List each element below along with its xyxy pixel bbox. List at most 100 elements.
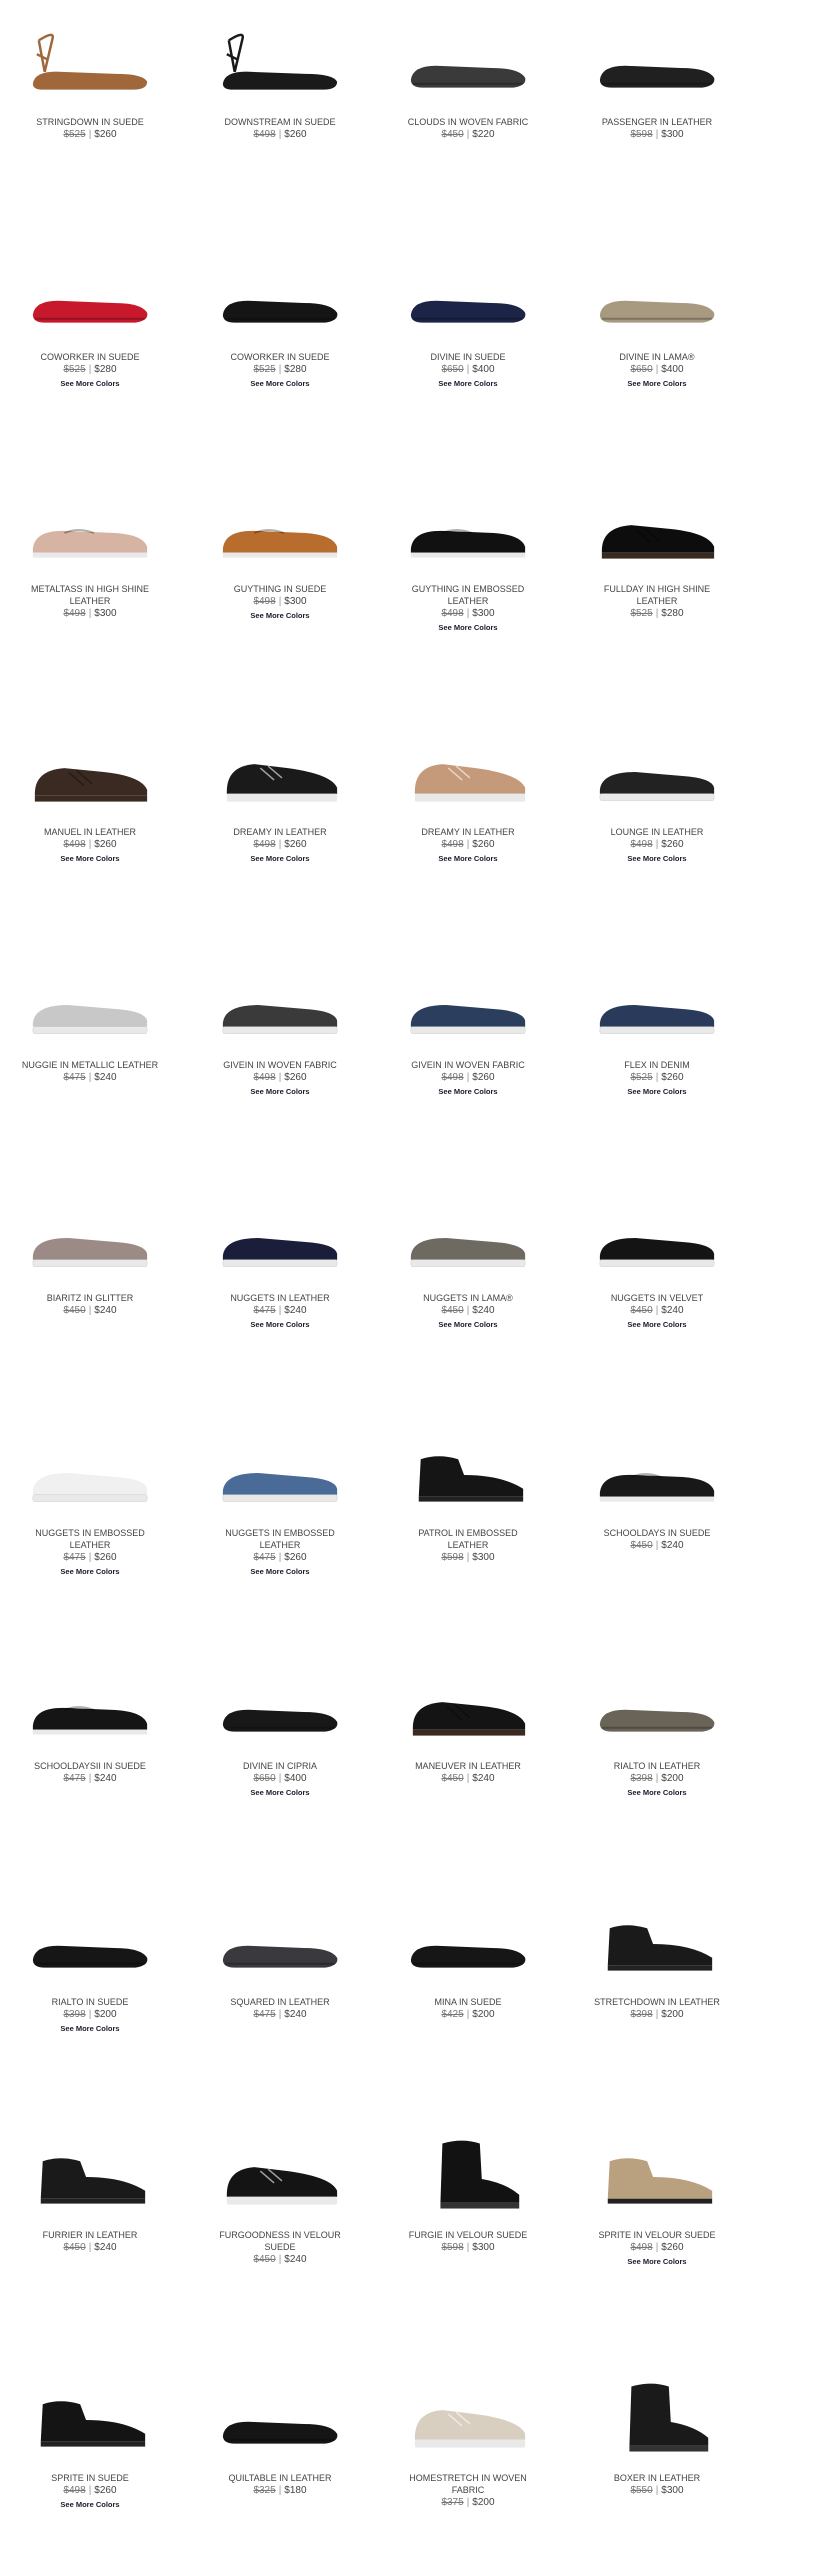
product-card[interactable]: MANUEL IN LEATHER $498 | $260 See More Color…	[0, 730, 180, 863]
product-image[interactable]	[190, 2376, 370, 2466]
product-image[interactable]	[190, 20, 370, 110]
product-card[interactable]: GIVEIN IN WOVEN FABRIC $498 | $260 See More …	[378, 963, 558, 1096]
see-more-colors-link[interactable]: See More Colors	[567, 1320, 747, 1329]
see-more-colors-link[interactable]: See More Colors	[0, 2500, 180, 2509]
see-more-colors-link[interactable]: See More Colors	[190, 611, 370, 620]
see-more-colors-link[interactable]: See More Colors	[378, 1087, 558, 1096]
product-name[interactable]: NUGGETS IN EMBOSSED LEATHER	[0, 1527, 180, 1551]
product-name[interactable]: MANUEL IN LEATHER	[0, 826, 180, 838]
product-image[interactable]	[0, 20, 180, 110]
product-name[interactable]: NUGGIE IN METALLIC LEATHER	[0, 1059, 180, 1071]
product-name[interactable]: GIVEIN IN WOVEN FABRIC	[378, 1059, 558, 1071]
product-card[interactable]: FURRIER IN LEATHER $450 | $240	[0, 2133, 180, 2255]
product-image[interactable]	[567, 1431, 747, 1521]
see-more-colors-link[interactable]: See More Colors	[567, 854, 747, 863]
product-image[interactable]	[378, 1431, 558, 1521]
product-image[interactable]	[567, 1196, 747, 1286]
product-card[interactable]: RIALTO IN SUEDE $398 | $200 See More Colors	[0, 1900, 180, 2033]
product-name[interactable]: SCHOOLDAYS IN SUEDE	[567, 1527, 747, 1539]
product-name[interactable]: DIVINE IN CIPRIA	[190, 1760, 370, 1772]
product-card[interactable]: COWORKER IN SUEDE $525 | $280 See More Color…	[190, 255, 370, 388]
product-card[interactable]: METALTASS IN HIGH SHINE LEATHER $498 | $300	[0, 487, 180, 621]
product-card[interactable]: DIVINE IN LAMA® $650 | $400 See More Colors	[567, 255, 747, 388]
product-card[interactable]: DREAMY IN LEATHER $498 | $260 See More Color…	[190, 730, 370, 863]
see-more-colors-link[interactable]: See More Colors	[567, 379, 747, 388]
product-card[interactable]: CLOUDS IN WOVEN FABRIC $450 | $220	[378, 20, 558, 142]
product-image[interactable]	[0, 1900, 180, 1990]
see-more-colors-link[interactable]: See More Colors	[0, 1567, 180, 1576]
product-name[interactable]: COWORKER IN SUEDE	[190, 351, 370, 363]
product-image[interactable]	[378, 1900, 558, 1990]
product-card[interactable]: FLEX IN DENIM $525 | $260 See More Colors	[567, 963, 747, 1096]
product-image[interactable]	[0, 1196, 180, 1286]
product-image[interactable]	[0, 963, 180, 1053]
product-image[interactable]	[567, 963, 747, 1053]
product-name[interactable]: PATROL IN EMBOSSED LEATHER	[378, 1527, 558, 1551]
product-name[interactable]: NUGGETS IN VELVET	[567, 1292, 747, 1304]
product-image[interactable]	[567, 2133, 747, 2223]
product-image[interactable]	[0, 730, 180, 820]
product-card[interactable]: DREAMY IN LEATHER $498 | $260 See More Color…	[378, 730, 558, 863]
product-card[interactable]: BIARITZ IN GLITTER $450 | $240	[0, 1196, 180, 1318]
product-name[interactable]: DREAMY IN LEATHER	[190, 826, 370, 838]
product-card[interactable]: DOWNSTREAM IN SUEDE $498 | $260	[190, 20, 370, 142]
see-more-colors-link[interactable]: See More Colors	[378, 1320, 558, 1329]
product-name[interactable]: SCHOOLDAYSII IN SUEDE	[0, 1760, 180, 1772]
see-more-colors-link[interactable]: See More Colors	[190, 1788, 370, 1797]
product-name[interactable]: NUGGETS IN LAMA®	[378, 1292, 558, 1304]
product-name[interactable]: CLOUDS IN WOVEN FABRIC	[378, 116, 558, 128]
product-image[interactable]	[378, 1196, 558, 1286]
product-name[interactable]: DOWNSTREAM IN SUEDE	[190, 116, 370, 128]
product-name[interactable]: MANEUVER IN LEATHER	[378, 1760, 558, 1772]
see-more-colors-link[interactable]: See More Colors	[190, 1087, 370, 1096]
product-card[interactable]: SCHOOLDAYSII IN SUEDE $475 | $240	[0, 1664, 180, 1786]
product-name[interactable]: COWORKER IN SUEDE	[0, 351, 180, 363]
see-more-colors-link[interactable]: See More Colors	[0, 2024, 180, 2033]
product-image[interactable]	[378, 963, 558, 1053]
product-image[interactable]	[567, 1664, 747, 1754]
product-card[interactable]: NUGGETS IN EMBOSSED LEATHER $475 | $260 See …	[0, 1431, 180, 1576]
product-card[interactable]: NUGGETS IN VELVET $450 | $240 See More Color…	[567, 1196, 747, 1329]
product-card[interactable]: NUGGETS IN EMBOSSED LEATHER $475 | $260 See …	[190, 1431, 370, 1576]
product-name[interactable]: STRINGDOWN IN SUEDE	[0, 116, 180, 128]
see-more-colors-link[interactable]: See More Colors	[0, 379, 180, 388]
product-name[interactable]: PASSENGER IN LEATHER	[567, 116, 747, 128]
product-card[interactable]: DIVINE IN CIPRIA $650 | $400 See More Colors	[190, 1664, 370, 1797]
see-more-colors-link[interactable]: See More Colors	[378, 379, 558, 388]
product-name[interactable]: FURGOODNESS IN VELOUR SUEDE	[190, 2229, 370, 2253]
product-name[interactable]: DIVINE IN SUEDE	[378, 351, 558, 363]
product-image[interactable]	[190, 730, 370, 820]
product-card[interactable]: PATROL IN EMBOSSED LEATHER $598 | $300	[378, 1431, 558, 1565]
see-more-colors-link[interactable]: See More Colors	[0, 854, 180, 863]
product-name[interactable]: FLEX IN DENIM	[567, 1059, 747, 1071]
product-name[interactable]: GUYTHING IN EMBOSSED LEATHER	[378, 583, 558, 607]
product-card[interactable]: GUYTHING IN SUEDE $498 | $300 See More Color…	[190, 487, 370, 620]
product-name[interactable]: HOMESTRETCH IN WOVEN FABRIC	[378, 2472, 558, 2496]
product-card[interactable]: GUYTHING IN EMBOSSED LEATHER $498 | $300 See…	[378, 487, 558, 632]
product-card[interactable]: LOUNGE IN LEATHER $498 | $260 See More Color…	[567, 730, 747, 863]
product-name[interactable]: SQUARED IN LEATHER	[190, 1996, 370, 2008]
see-more-colors-link[interactable]: See More Colors	[190, 1567, 370, 1576]
product-card[interactable]: NUGGETS IN LAMA® $450 | $240 See More Colors	[378, 1196, 558, 1329]
product-name[interactable]: BIARITZ IN GLITTER	[0, 1292, 180, 1304]
product-image[interactable]	[0, 2133, 180, 2223]
product-card[interactable]: SPRITE IN SUEDE $498 | $260 See More Colors	[0, 2376, 180, 2509]
product-name[interactable]: MINA IN SUEDE	[378, 1996, 558, 2008]
product-card[interactable]: BOXER IN LEATHER $550 | $300	[567, 2376, 747, 2498]
see-more-colors-link[interactable]: See More Colors	[190, 1320, 370, 1329]
product-image[interactable]	[567, 255, 747, 345]
product-image[interactable]	[0, 1431, 180, 1521]
product-name[interactable]: NUGGETS IN LEATHER	[190, 1292, 370, 1304]
product-image[interactable]	[378, 2133, 558, 2223]
product-card[interactable]: DIVINE IN SUEDE $650 | $400 See More Colors	[378, 255, 558, 388]
product-name[interactable]: QUILTABLE IN LEATHER	[190, 2472, 370, 2484]
product-image[interactable]	[0, 2376, 180, 2466]
product-image[interactable]	[567, 1900, 747, 1990]
product-name[interactable]: BOXER IN LEATHER	[567, 2472, 747, 2484]
product-name[interactable]: RIALTO IN LEATHER	[567, 1760, 747, 1772]
product-name[interactable]: SPRITE IN VELOUR SUEDE	[567, 2229, 747, 2241]
product-name[interactable]: FULLDAY IN HIGH SHINE LEATHER	[567, 583, 747, 607]
product-name[interactable]: SPRITE IN SUEDE	[0, 2472, 180, 2484]
product-card[interactable]: SPRITE IN VELOUR SUEDE $498 | $260 See More …	[567, 2133, 747, 2266]
product-card[interactable]: PASSENGER IN LEATHER $598 | $300	[567, 20, 747, 142]
